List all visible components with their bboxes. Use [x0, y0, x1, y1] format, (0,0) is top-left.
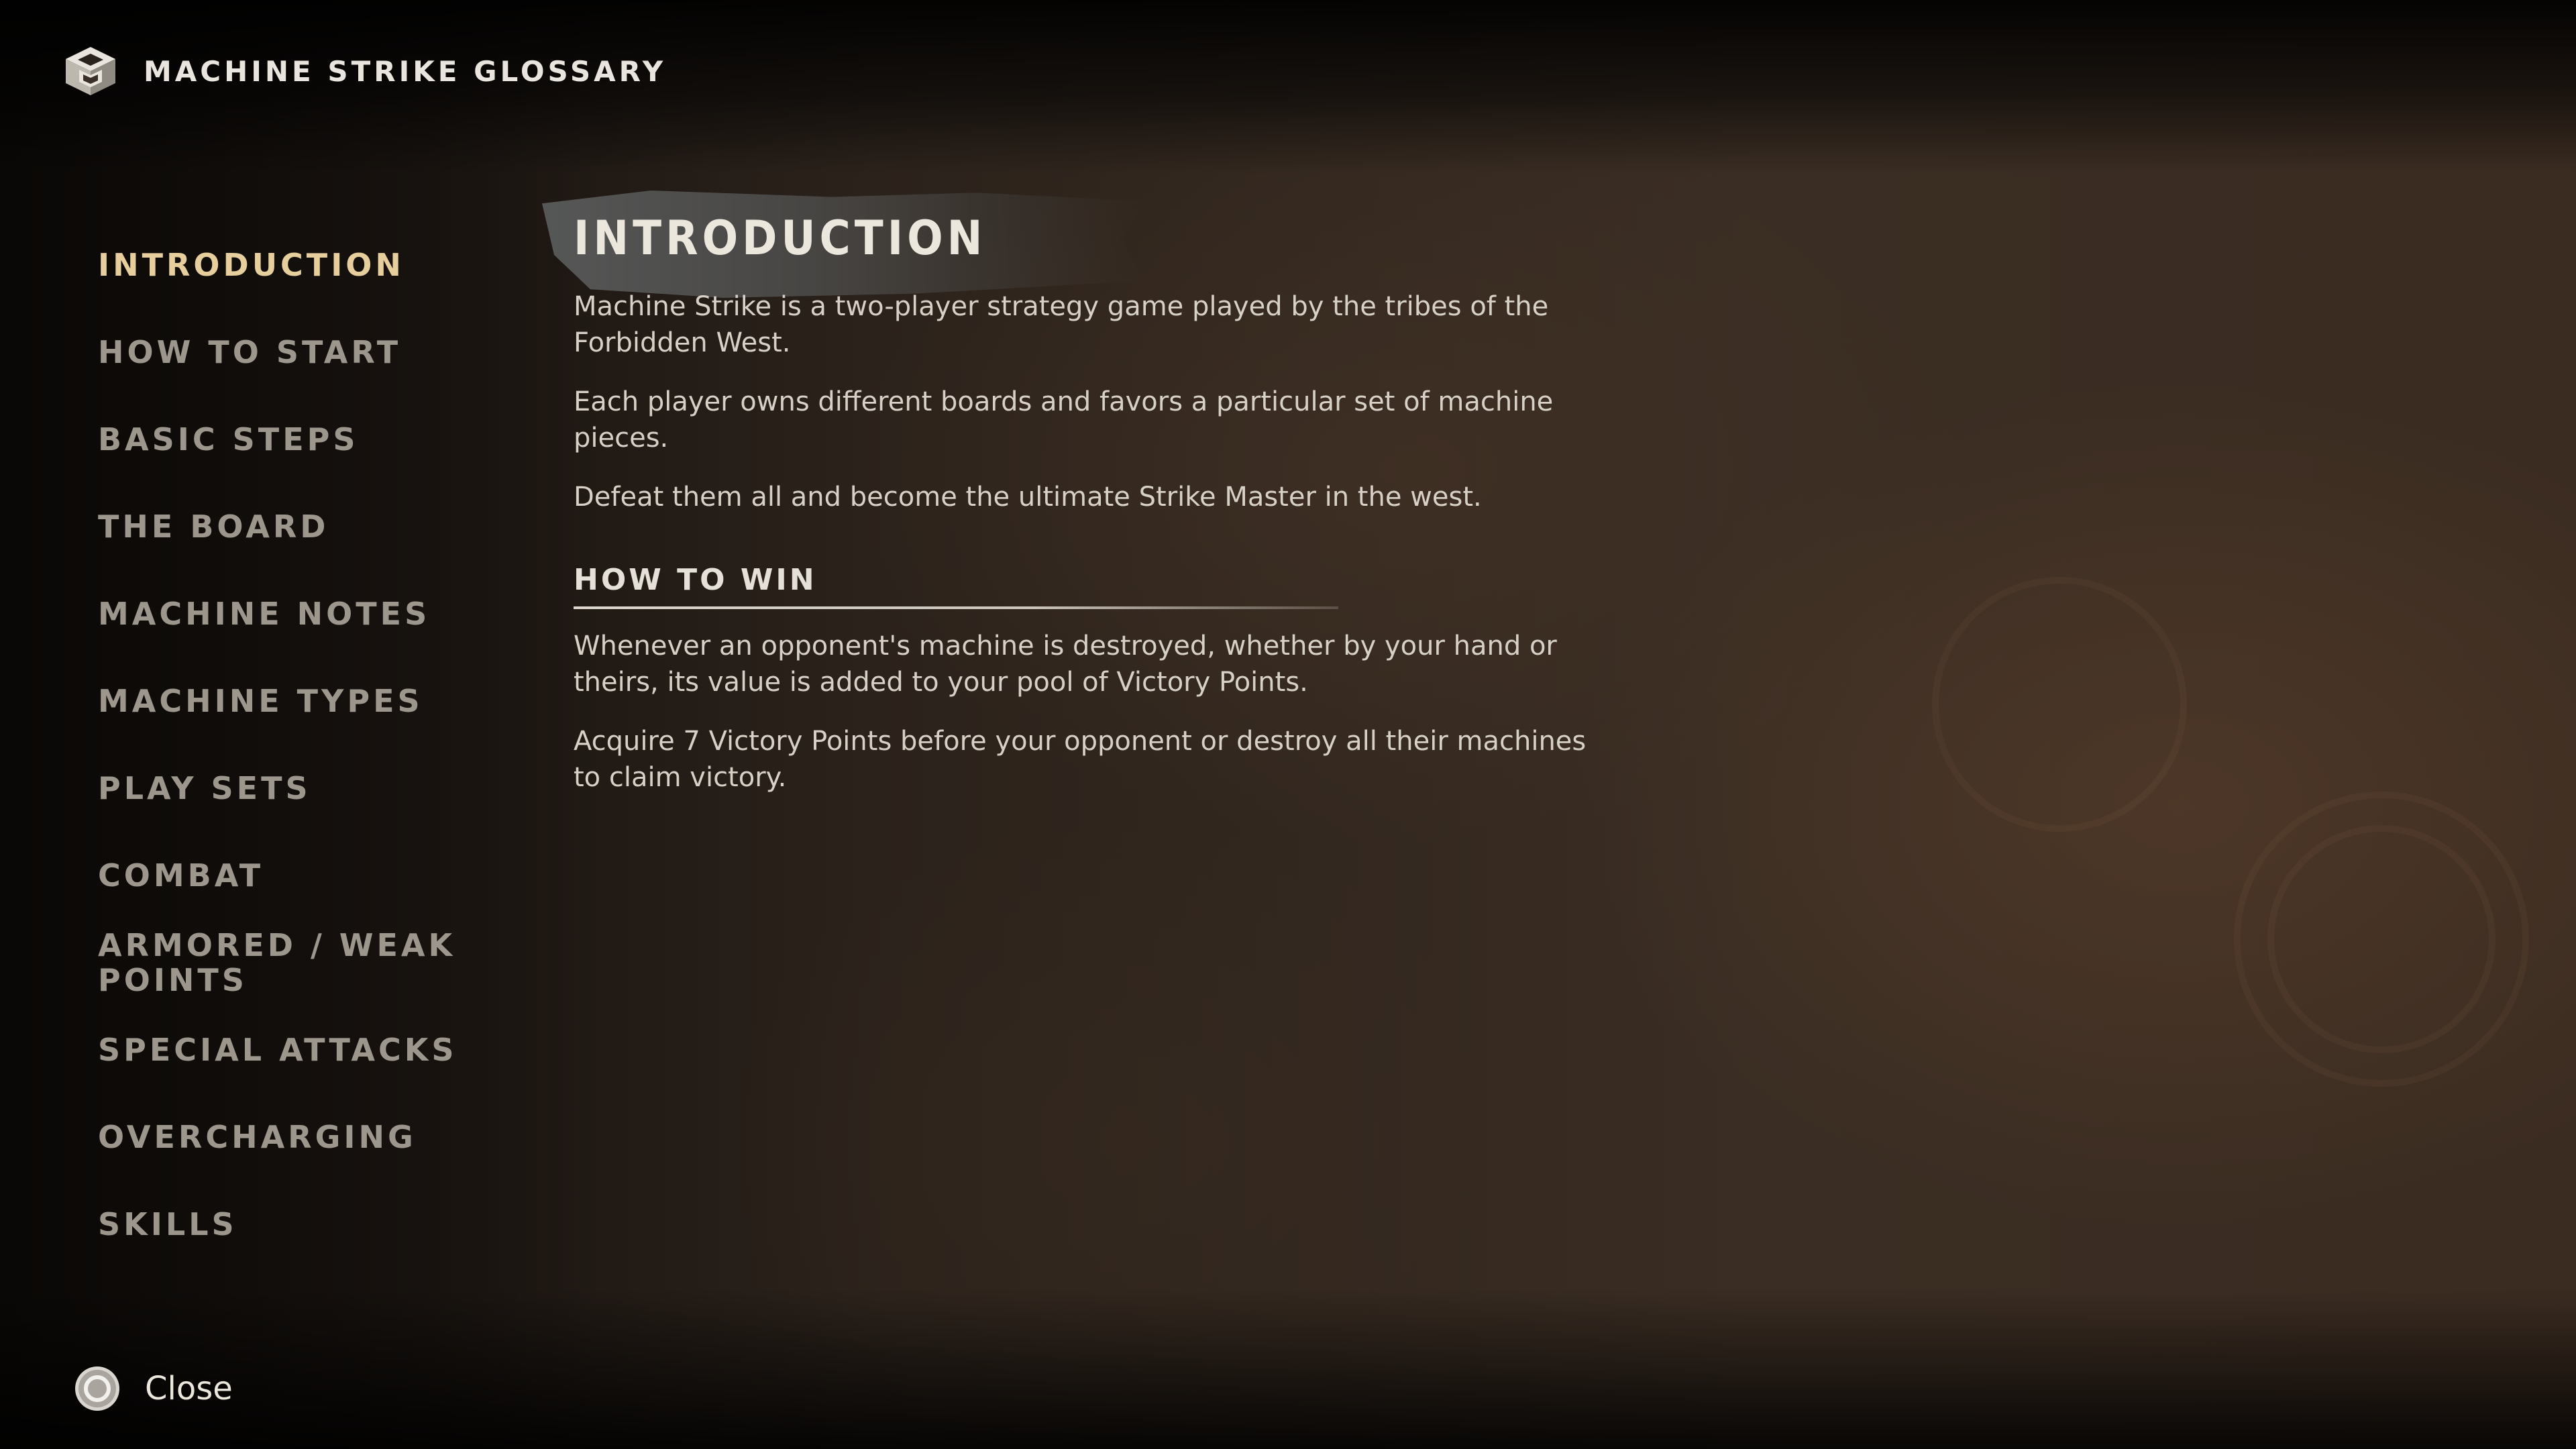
intro-paragraph: Machine Strike is a two-player strategy …	[574, 291, 1549, 358]
intro-paragraph: Defeat them all and become the ultimate …	[574, 482, 1482, 513]
sidebar-item-machine-types[interactable]: MACHINE TYPES	[98, 657, 474, 745]
glossary-sidebar: INTRODUCTION HOW TO START BASIC STEPS TH…	[98, 221, 474, 1268]
sidebar-item-skills[interactable]: SKILLS	[98, 1181, 474, 1268]
machine-strike-piece-icon	[66, 47, 115, 95]
sidebar-item-how-to-start[interactable]: HOW TO START	[98, 309, 474, 396]
sidebar-item-play-sets[interactable]: PLAY SETS	[98, 745, 474, 832]
background-shade-bottom	[0, 1288, 2576, 1449]
sidebar-item-basic-steps[interactable]: BASIC STEPS	[98, 396, 474, 483]
background-carving	[1932, 577, 2187, 832]
sidebar-item-machine-notes[interactable]: MACHINE NOTES	[98, 570, 474, 657]
circle-button-icon	[75, 1366, 119, 1411]
section-heading-how-to-win: HOW TO WIN	[574, 559, 1338, 609]
sidebar-item-armored-weak-points[interactable]: ARMORED / WEAK POINTS	[98, 919, 474, 1006]
section-paragraph: Whenever an opponent's machine is destro…	[574, 631, 1557, 698]
glossary-content: INTRODUCTION Machine Strike is a two-pla…	[574, 201, 1620, 818]
sidebar-item-special-attacks[interactable]: SPECIAL ATTACKS	[98, 1006, 474, 1093]
sidebar-item-overcharging[interactable]: OVERCHARGING	[98, 1093, 474, 1181]
close-label: Close	[145, 1370, 233, 1407]
section-divider	[574, 606, 1338, 609]
section-heading-text: HOW TO WIN	[574, 563, 817, 597]
header-title: MACHINE STRIKE GLOSSARY	[144, 54, 667, 88]
section-paragraph: Acquire 7 Victory Points before your opp…	[574, 726, 1587, 793]
glossary-header: MACHINE STRIKE GLOSSARY	[62, 44, 666, 98]
sidebar-item-introduction[interactable]: INTRODUCTION	[98, 221, 474, 309]
background-carving	[2267, 825, 2496, 1053]
close-button[interactable]: Close	[74, 1362, 233, 1415]
sidebar-item-the-board[interactable]: THE BOARD	[98, 483, 474, 570]
sidebar-item-combat[interactable]: COMBAT	[98, 832, 474, 919]
page-title: INTRODUCTION	[574, 211, 987, 266]
intro-paragraph: Each player owns different boards and fa…	[574, 386, 1554, 453]
